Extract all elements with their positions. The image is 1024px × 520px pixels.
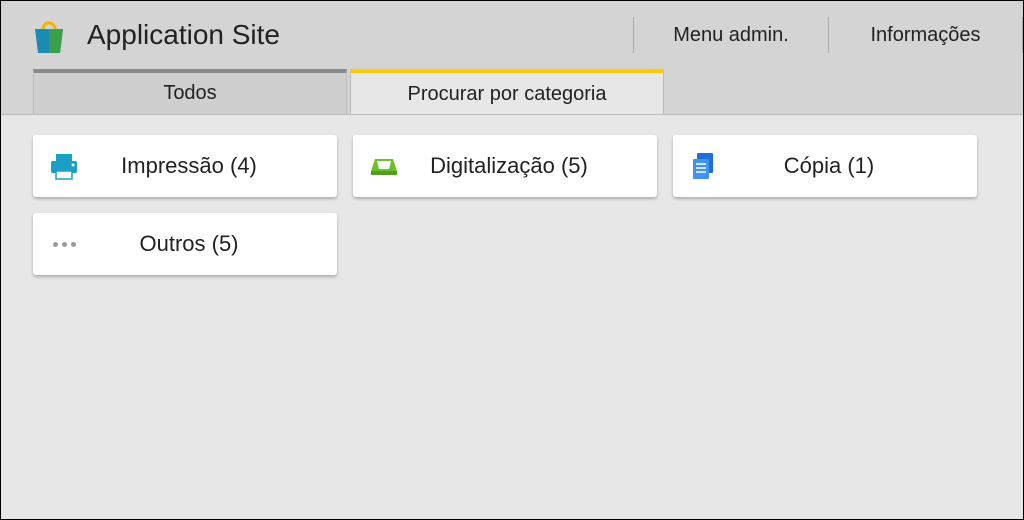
category-label: Outros (5) (81, 231, 337, 257)
category-label: Impressão (4) (81, 153, 337, 179)
tab-all-label: Todos (163, 82, 216, 105)
menu-admin-button[interactable]: Menu admin. (633, 17, 828, 53)
category-card-others[interactable]: Outros (5) (33, 213, 337, 275)
category-card-scan[interactable]: Digitalização (5) (353, 135, 657, 197)
printer-icon (47, 149, 81, 183)
tab-by-category[interactable]: Procurar por categoria (350, 69, 664, 115)
category-label: Cópia (1) (721, 153, 977, 179)
category-card-copy[interactable]: Cópia (1) (673, 135, 977, 197)
category-card-print[interactable]: Impressão (4) (33, 135, 337, 197)
tab-by-category-label: Procurar por categoria (408, 83, 607, 106)
more-icon (47, 227, 81, 261)
scanner-icon (367, 149, 401, 183)
app-store-icon (29, 15, 69, 55)
copy-icon (687, 149, 721, 183)
page-title: Application Site (87, 19, 633, 51)
info-button[interactable]: Informações (828, 17, 1023, 53)
category-label: Digitalização (5) (401, 153, 657, 179)
tab-all[interactable]: Todos (33, 69, 347, 115)
